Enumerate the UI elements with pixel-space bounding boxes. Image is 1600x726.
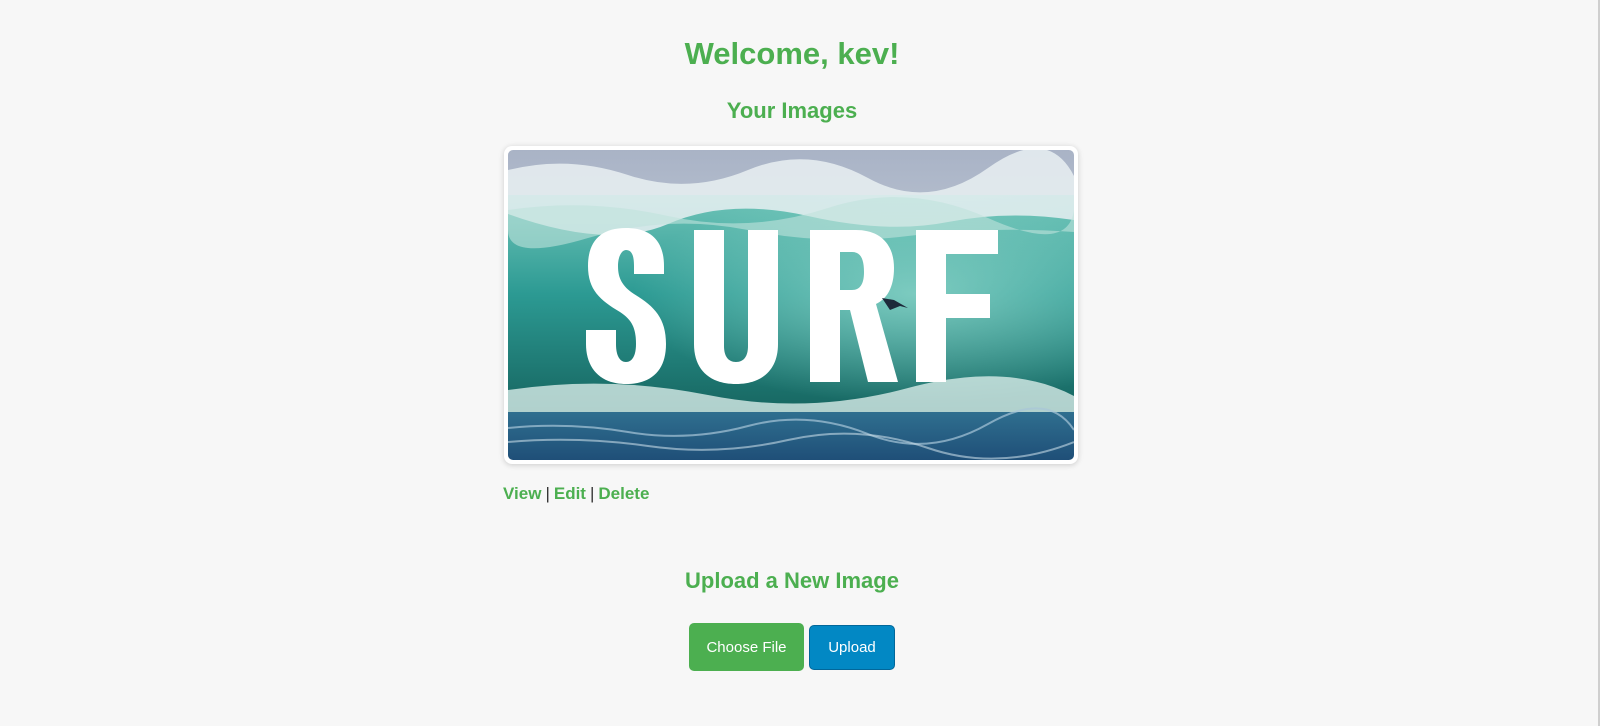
choose-file-button[interactable]: Choose File <box>689 623 804 671</box>
welcome-heading: Welcome, kev! <box>684 36 900 71</box>
image-actions: View | Edit | Delete <box>503 484 649 504</box>
edit-link[interactable]: Edit <box>554 484 586 503</box>
view-link[interactable]: View <box>503 484 541 503</box>
upload-heading: Upload a New Image <box>685 568 899 593</box>
image-card <box>504 146 1078 464</box>
upload-button[interactable]: Upload <box>809 624 895 670</box>
separator: | <box>589 484 595 503</box>
delete-link[interactable]: Delete <box>598 484 649 503</box>
separator: | <box>545 484 550 503</box>
page: Welcome, kev! Your Images View | Edit | … <box>0 0 1600 726</box>
your-images-heading: Your Images <box>726 98 858 123</box>
upload-form: Choose File Upload <box>689 623 895 671</box>
surf-image[interactable] <box>508 150 1074 460</box>
